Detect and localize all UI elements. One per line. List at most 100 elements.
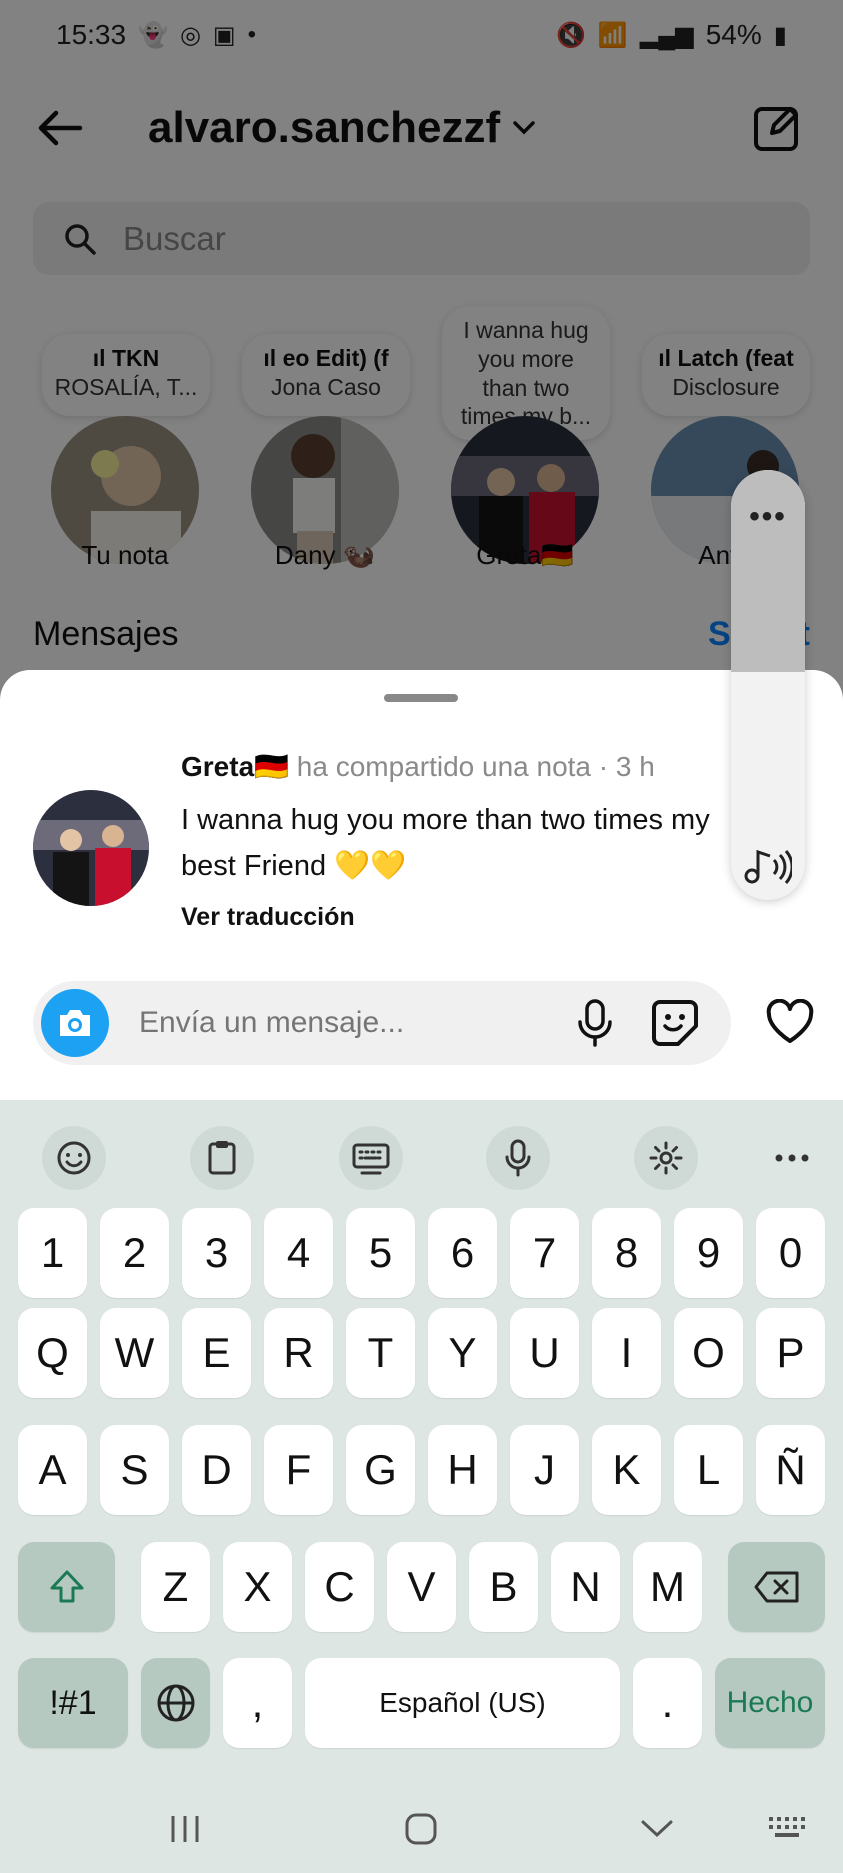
key-g[interactable]: G — [346, 1425, 415, 1515]
voice-message-button[interactable] — [567, 995, 623, 1051]
key-b[interactable]: B — [469, 1542, 538, 1632]
camera-icon — [60, 1010, 90, 1036]
home-icon — [405, 1813, 437, 1845]
account-switcher[interactable]: alvaro.sanchezzf — [148, 103, 536, 153]
hide-keyboard-button[interactable] — [627, 1804, 687, 1854]
top-bar: alvaro.sanchezzf — [0, 80, 843, 175]
see-translation-link[interactable]: Ver traducción — [181, 903, 761, 932]
note-text: I wanna hug you more than two times my b… — [181, 804, 710, 882]
more-options-icon[interactable]: ••• — [731, 500, 805, 534]
done-key[interactable]: Hecho — [715, 1658, 825, 1748]
avatar[interactable] — [33, 790, 149, 906]
voice-input-button[interactable] — [486, 1126, 550, 1190]
drag-handle[interactable] — [384, 694, 458, 702]
floating-side-panel[interactable]: ••• — [731, 470, 805, 900]
emoji-button[interactable] — [42, 1126, 106, 1190]
note-author[interactable]: Greta🇩🇪 — [181, 751, 289, 782]
key-j[interactable]: J — [510, 1425, 579, 1515]
note-meta: Greta🇩🇪 ha compartido una nota · 3 h — [181, 750, 761, 783]
mute-icon: 🔇 — [556, 21, 586, 49]
key-y[interactable]: Y — [428, 1308, 497, 1398]
back-button[interactable] — [30, 98, 90, 158]
account-username: alvaro.sanchezzf — [148, 102, 501, 152]
key-8[interactable]: 8 — [592, 1208, 661, 1298]
clipboard-button[interactable] — [190, 1126, 254, 1190]
key-v[interactable]: V — [387, 1542, 456, 1632]
key-2[interactable]: 2 — [100, 1208, 169, 1298]
symbols-key[interactable]: !#1 — [18, 1658, 128, 1748]
space-key[interactable]: Español (US) — [305, 1658, 620, 1748]
key-6[interactable]: 6 — [428, 1208, 497, 1298]
key-w[interactable]: W — [100, 1308, 169, 1398]
keyboard-icon — [352, 1143, 390, 1175]
key-n[interactable]: N — [551, 1542, 620, 1632]
signal-icon: ▂▄▆ — [639, 21, 694, 49]
keyboard-more-button[interactable] — [760, 1126, 824, 1190]
key-s[interactable]: S — [100, 1425, 169, 1515]
snapchat-icon: 👻 — [138, 21, 168, 49]
key-o[interactable]: O — [674, 1308, 743, 1398]
key-f[interactable]: F — [264, 1425, 333, 1515]
shift-icon — [50, 1570, 83, 1603]
note-bubble: ıl eo Edit) (f Jona Caso — [242, 334, 410, 416]
sticker-button[interactable] — [647, 995, 703, 1051]
sticker-icon — [652, 1000, 698, 1046]
key-m[interactable]: M — [633, 1542, 702, 1632]
key-3[interactable]: 3 — [182, 1208, 251, 1298]
period-key[interactable]: . — [633, 1658, 702, 1748]
note-meta-text: ha compartido una nota · 3 h — [296, 751, 655, 782]
key-5[interactable]: 5 — [346, 1208, 415, 1298]
key-p[interactable]: P — [756, 1308, 825, 1398]
note-bubble: ıl TKN ROSALÍA, T... — [42, 334, 210, 416]
backspace-key[interactable] — [728, 1542, 825, 1632]
keyboard-settings-button[interactable] — [634, 1126, 698, 1190]
camera-button[interactable] — [41, 989, 109, 1057]
home-button[interactable] — [391, 1804, 451, 1854]
music-icon[interactable] — [737, 844, 797, 888]
key-u[interactable]: U — [510, 1308, 579, 1398]
messages-screen: 15:33 👻 ◎ ▣ • 🔇 📶 ▂▄▆ 54% ▮ alvaro.sanch… — [0, 0, 843, 700]
new-message-button[interactable] — [747, 98, 807, 158]
battery-level: 54% — [705, 19, 762, 50]
key-q[interactable]: Q — [18, 1308, 87, 1398]
key-9[interactable]: 9 — [674, 1208, 743, 1298]
recent-apps-button[interactable] — [155, 1804, 215, 1854]
note-content: Greta🇩🇪 ha compartido una nota · 3 h I w… — [181, 750, 761, 932]
shift-key[interactable] — [18, 1542, 115, 1632]
keyboard-mode-button[interactable] — [339, 1126, 403, 1190]
key-r[interactable]: R — [264, 1308, 333, 1398]
like-button[interactable] — [760, 992, 820, 1052]
key-x[interactable]: X — [223, 1542, 292, 1632]
note-name: Dany 🦦 — [274, 540, 376, 570]
section-title: Mensajes — [33, 615, 179, 653]
comma-key[interactable]: , — [223, 1658, 292, 1748]
messages-section-header: Mensajes Solicit — [33, 615, 810, 654]
key-1[interactable]: 1 — [18, 1208, 87, 1298]
key-l[interactable]: L — [674, 1425, 743, 1515]
key-c[interactable]: C — [305, 1542, 374, 1632]
search-placeholder: Buscar — [123, 219, 226, 257]
key-4[interactable]: 4 — [264, 1208, 333, 1298]
note-name: Tu nota — [81, 540, 169, 570]
language-key[interactable] — [141, 1658, 210, 1748]
back-arrow-icon — [38, 110, 83, 145]
chevron-down-icon — [641, 1820, 673, 1838]
gear-icon — [649, 1141, 683, 1175]
key-a[interactable]: A — [18, 1425, 87, 1515]
note-bubble: ıl Latch (feat Disclosure — [642, 334, 810, 416]
message-input[interactable] — [139, 981, 559, 1065]
key-i[interactable]: I — [592, 1308, 661, 1398]
key-t[interactable]: T — [346, 1308, 415, 1398]
search-input[interactable]: Buscar — [33, 202, 810, 275]
key-7[interactable]: 7 — [510, 1208, 579, 1298]
key-h[interactable]: H — [428, 1425, 497, 1515]
key-k[interactable]: K — [592, 1425, 661, 1515]
key-enye[interactable]: Ñ — [756, 1425, 825, 1515]
heart-icon — [766, 999, 814, 1043]
key-z[interactable]: Z — [141, 1542, 210, 1632]
key-d[interactable]: D — [182, 1425, 251, 1515]
recents-icon — [171, 1816, 199, 1842]
key-0[interactable]: 0 — [756, 1208, 825, 1298]
keyboard-switch-button[interactable] — [757, 1804, 817, 1854]
key-e[interactable]: E — [182, 1308, 251, 1398]
